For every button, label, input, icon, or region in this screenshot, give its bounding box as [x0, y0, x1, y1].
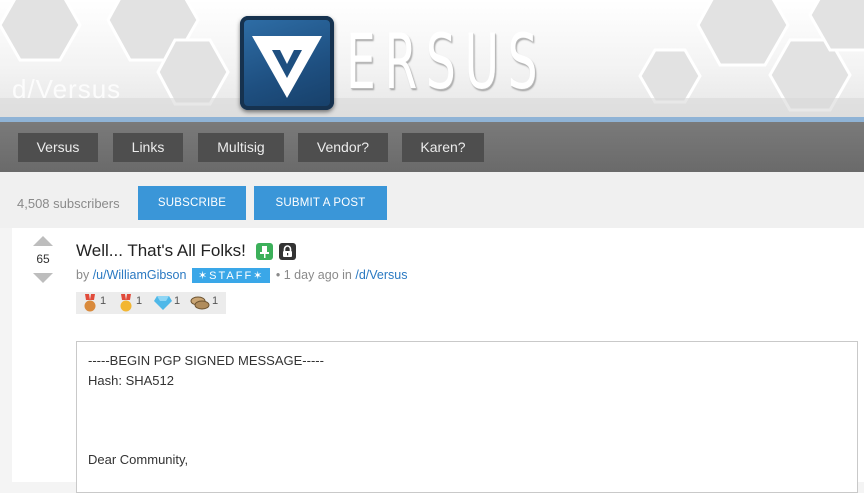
- lock-icon: [279, 243, 296, 260]
- coins-icon: [190, 296, 210, 310]
- body-line: Hash: SHA512: [88, 373, 174, 388]
- nav-item-links[interactable]: Links: [113, 133, 183, 162]
- nav-item-versus[interactable]: Versus: [18, 133, 98, 162]
- award-count: 1: [136, 295, 143, 307]
- post-body: -----BEGIN PGP SIGNED MESSAGE----- Hash:…: [76, 341, 858, 493]
- subscriber-count: 4,508 subscribers: [17, 196, 120, 211]
- subscribe-bar: [0, 172, 864, 228]
- nav-bar: Versus Links Multisig Vendor? Karen?: [0, 122, 864, 172]
- post-title[interactable]: Well... That's All Folks!: [76, 241, 246, 261]
- upvote-arrow-icon[interactable]: [33, 236, 53, 246]
- post-time: • 1 day ago in: [275, 268, 352, 282]
- by-prefix: by: [76, 268, 90, 282]
- nav-item-multisig[interactable]: Multisig: [198, 133, 284, 162]
- bronze-medal-icon: [84, 294, 96, 312]
- nav-item-vendor[interactable]: Vendor?: [298, 133, 388, 162]
- nav-item-karen[interactable]: Karen?: [402, 133, 484, 162]
- submit-post-button[interactable]: SUBMIT A POST: [254, 186, 387, 220]
- author-link[interactable]: /u/WilliamGibson: [93, 268, 187, 282]
- post-meta: by /u/WilliamGibson ✶STAFF✶ • 1 day ago …: [76, 268, 407, 283]
- awards-bar: 1 1 1 1: [76, 292, 226, 314]
- gold-medal-icon: [120, 294, 132, 312]
- subscribe-button[interactable]: SUBSCRIBE: [138, 186, 246, 220]
- diamond-icon: [154, 296, 172, 310]
- header-banner: d/Versus ERSUS: [0, 0, 864, 124]
- pin-icon: [256, 243, 273, 260]
- award-count: 1: [212, 295, 219, 307]
- award-count: 1: [174, 295, 181, 307]
- staff-badge: ✶STAFF✶: [191, 268, 271, 283]
- versus-logo-icon[interactable]: [240, 16, 334, 110]
- logo-wordmark: ERSUS: [346, 17, 547, 106]
- community-link[interactable]: /d/Versus: [355, 268, 407, 282]
- body-line: -----BEGIN PGP SIGNED MESSAGE-----: [88, 353, 324, 368]
- award-count: 1: [100, 295, 107, 307]
- post-score: 65: [36, 252, 50, 266]
- community-title[interactable]: d/Versus: [12, 74, 121, 105]
- downvote-arrow-icon[interactable]: [33, 273, 53, 283]
- body-line: Dear Community,: [88, 452, 189, 467]
